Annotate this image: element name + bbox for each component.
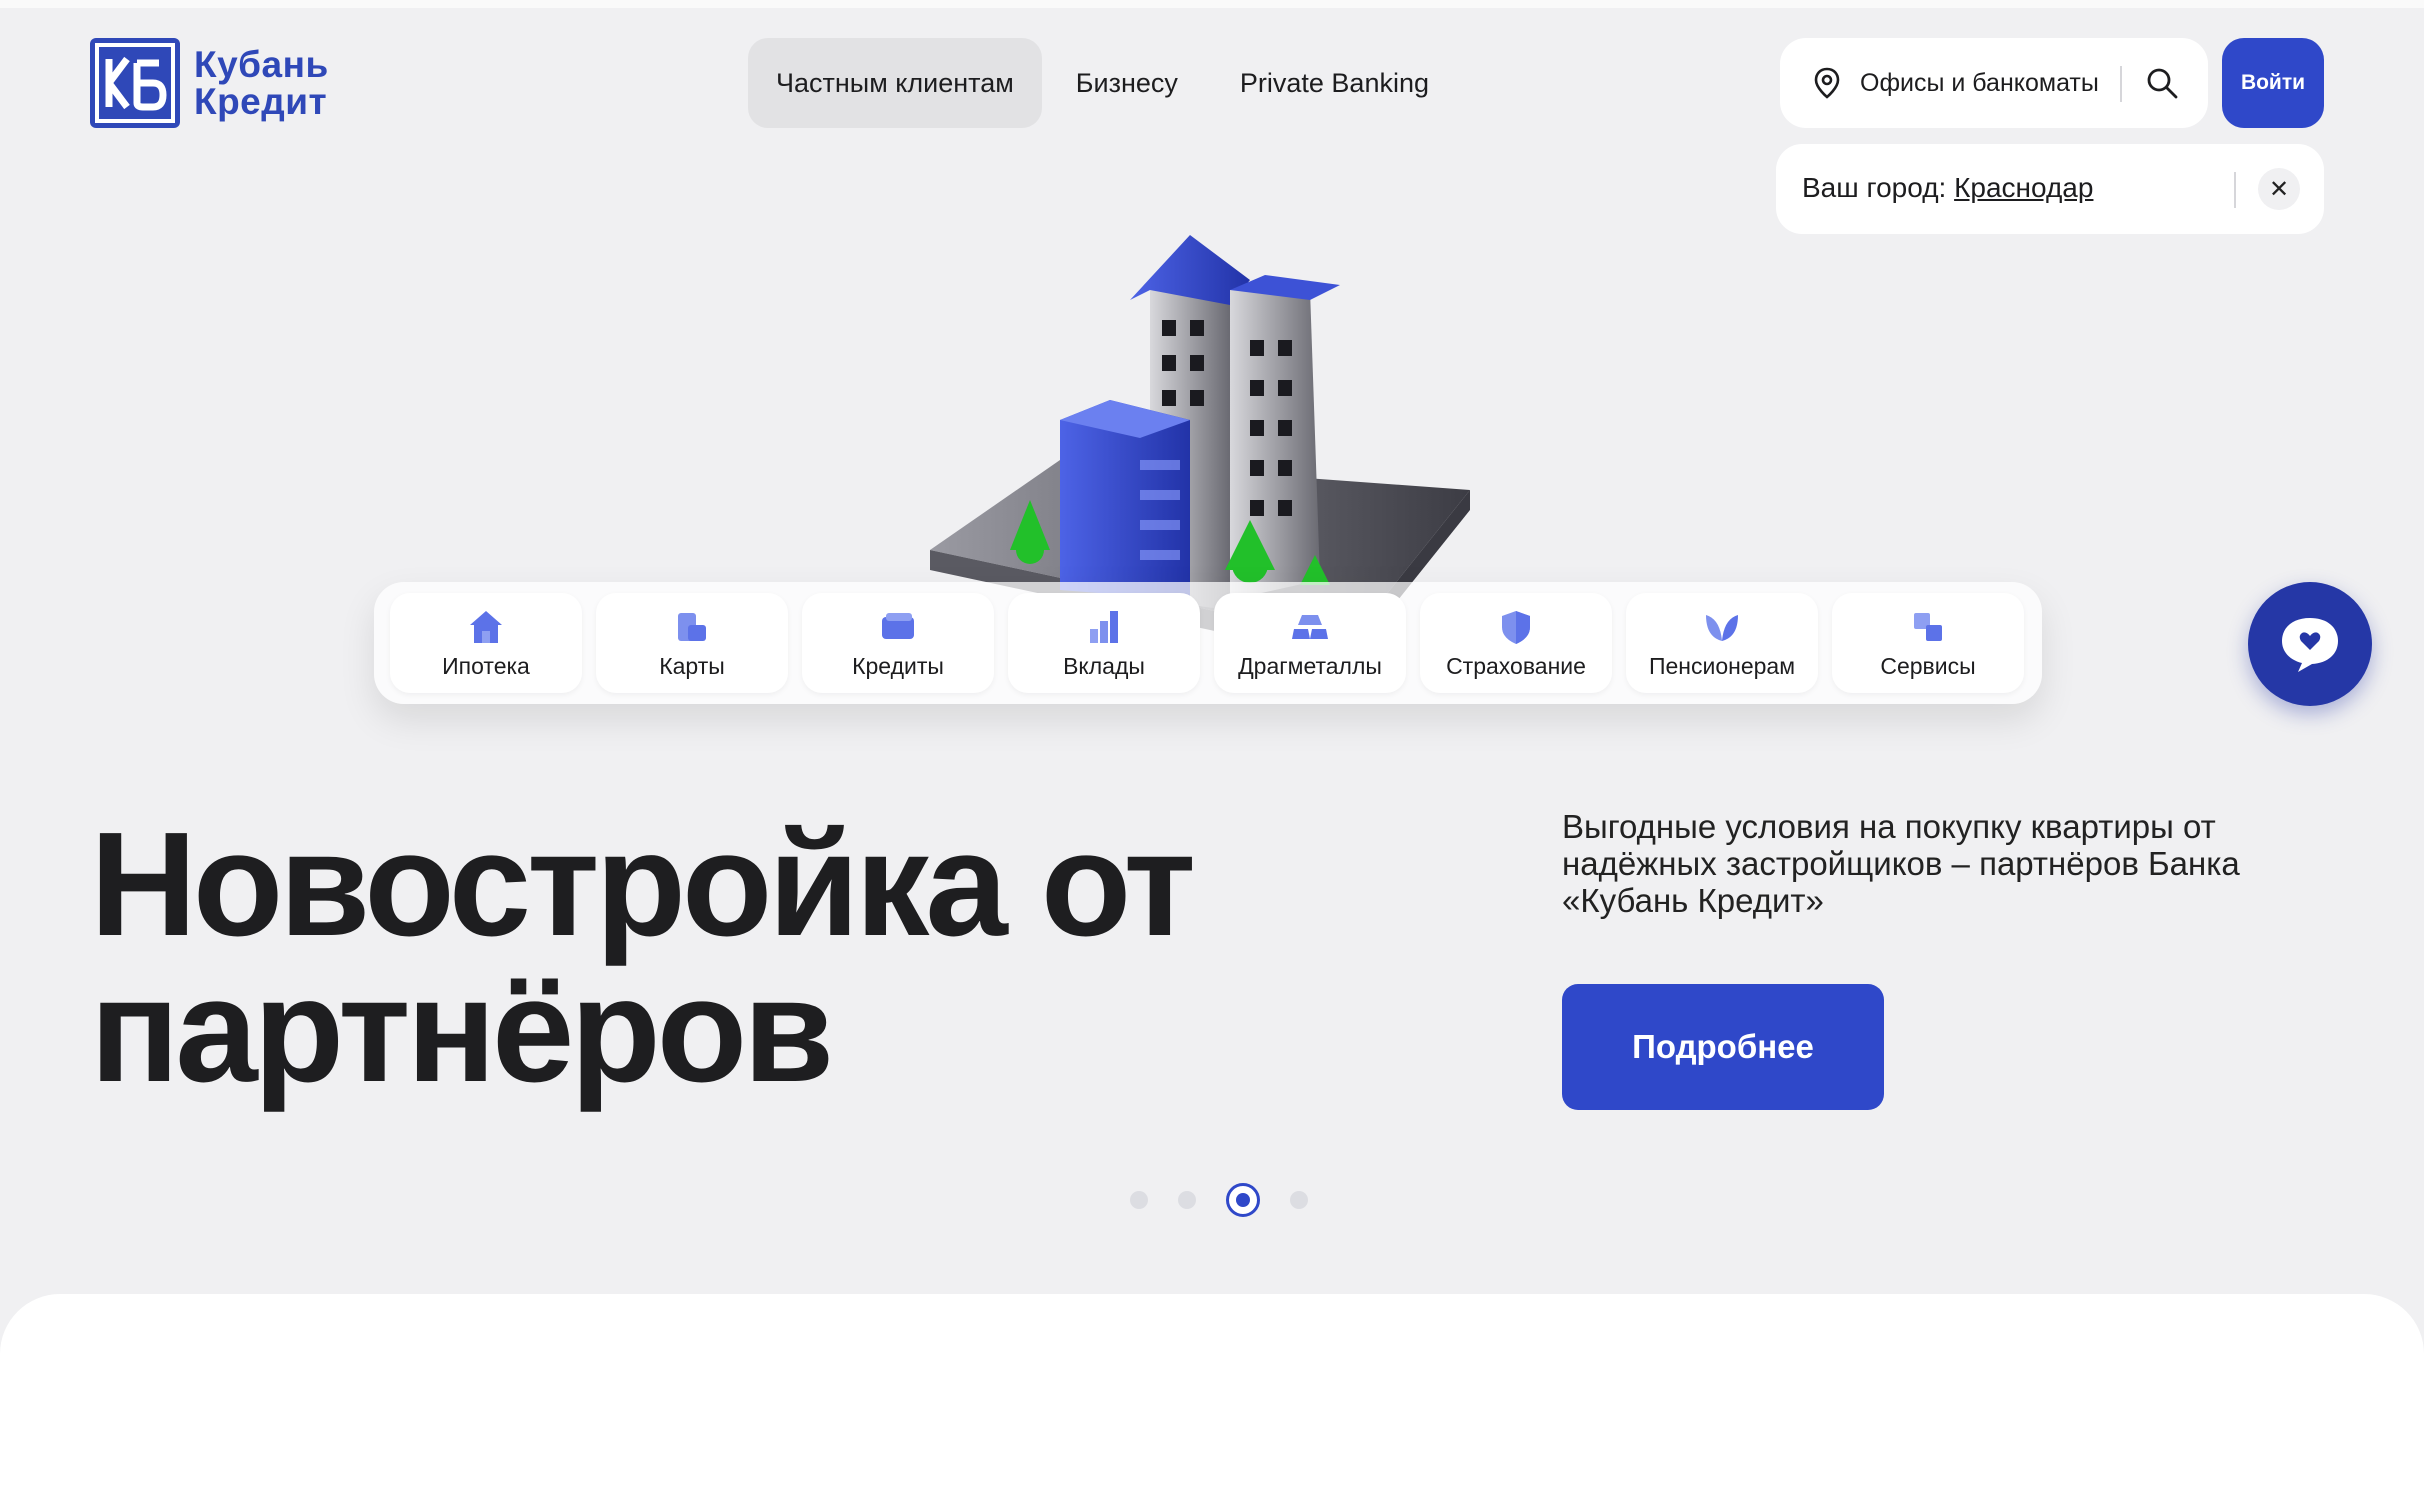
top-strip: [0, 0, 2424, 8]
content-panel: [0, 1294, 2424, 1494]
category-services[interactable]: Сервисы: [1832, 593, 2024, 693]
city-text: Ваш город: Краснодар: [1802, 172, 2093, 204]
nav-business[interactable]: Бизнесу: [1048, 38, 1206, 128]
carousel-dot-2[interactable]: [1178, 1191, 1196, 1209]
main-nav: Частным клиентам Бизнесу Private Banking: [748, 38, 1463, 128]
close-icon[interactable]: ✕: [2258, 168, 2300, 210]
divider: [2234, 172, 2236, 208]
category-precious-metals[interactable]: Драгметаллы: [1214, 593, 1406, 693]
hero-title: Новостройка от партнёров: [90, 802, 1390, 1113]
hero-title-line-1: Новостройка от: [90, 802, 1196, 967]
chat-heart-icon: [2282, 618, 2338, 672]
offices-label: Офисы и банкоматы: [1860, 68, 2099, 97]
carousel-dot-1[interactable]: [1130, 1191, 1148, 1209]
bank-logo[interactable]: Кубань Кредит: [90, 38, 329, 128]
category-mortgage[interactable]: Ипотека: [390, 593, 582, 693]
shield-icon: [1502, 610, 1530, 644]
category-pensioners[interactable]: Пенсионерам: [1626, 593, 1818, 693]
category-label: Драгметаллы: [1238, 652, 1382, 679]
category-label: Ипотека: [442, 652, 530, 679]
logo-line-2: Кредит: [194, 81, 328, 122]
carousel-dot-4[interactable]: [1290, 1191, 1308, 1209]
carousel-dot-3[interactable]: [1226, 1183, 1260, 1217]
house-icon: [470, 610, 502, 643]
wallet-icon: [882, 612, 914, 639]
logo-text: Кубань Кредит: [194, 46, 329, 120]
category-cards[interactable]: Карты: [596, 593, 788, 693]
category-label: Страхование: [1446, 652, 1586, 679]
nav-private-banking[interactable]: Private Banking: [1212, 38, 1457, 128]
leaf-icon: [1706, 614, 1738, 641]
offices-bar[interactable]: Офисы и банкоматы: [1780, 38, 2208, 128]
divider: [2120, 66, 2122, 102]
login-button[interactable]: Войти: [2222, 38, 2324, 128]
category-label: Сервисы: [1880, 652, 1976, 679]
gold-bars-icon: [1292, 614, 1328, 639]
category-insurance[interactable]: Страхование: [1420, 593, 1612, 693]
nav-private-clients[interactable]: Частным клиентам: [748, 38, 1042, 128]
category-label: Карты: [659, 652, 725, 679]
squares-icon: [1914, 612, 1942, 641]
location-pin-icon: [1814, 67, 1840, 99]
category-label: Вклады: [1063, 652, 1145, 679]
cards-icon: [678, 612, 706, 641]
search-icon[interactable]: [2144, 65, 2180, 101]
category-label: Кредиты: [852, 652, 944, 679]
carousel-dots: [1130, 1180, 1338, 1220]
logo-mark-icon: [90, 38, 180, 128]
category-loans[interactable]: Кредиты: [802, 593, 994, 693]
category-deposits[interactable]: Вклады: [1008, 593, 1200, 693]
category-bar: Ипотека Карты Кредиты Вклады Драгметаллы…: [374, 582, 2042, 704]
logo-line-1: Кубань: [194, 44, 329, 85]
chat-button[interactable]: [2248, 582, 2372, 706]
hero-title-line-2: партнёров: [90, 948, 834, 1113]
city-prefix: Ваш город:: [1802, 172, 1955, 203]
city-link[interactable]: Краснодар: [1954, 172, 2093, 203]
bars-icon: [1090, 610, 1118, 643]
more-button[interactable]: Подробнее: [1562, 984, 1884, 1110]
category-label: Пенсионерам: [1648, 652, 1796, 679]
city-popup: Ваш город: Краснодар ✕: [1776, 144, 2324, 234]
hero-description: Выгодные условия на покупку квартиры от …: [1562, 808, 2240, 919]
